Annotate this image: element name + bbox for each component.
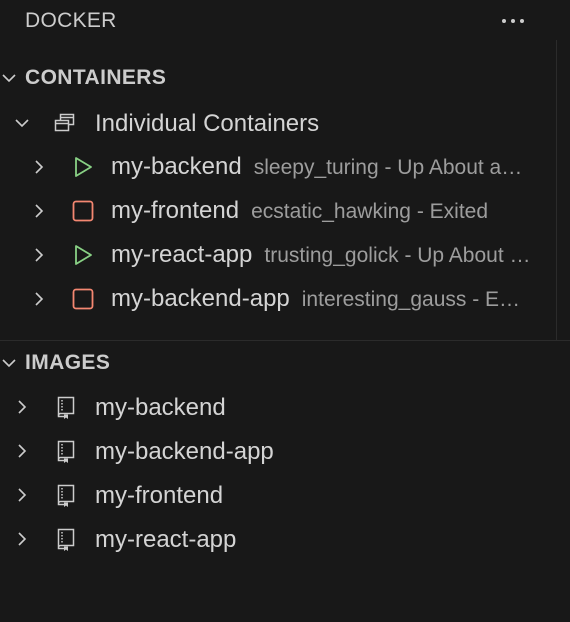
- scrollbar-divider: [556, 40, 557, 340]
- panel-title: DOCKER: [25, 9, 117, 32]
- chevron-right-icon: [13, 442, 31, 460]
- container-detail: trusting_golick - Up About an hour: [264, 244, 531, 267]
- images-section-label: IMAGES: [25, 351, 111, 374]
- chevron-right-icon: [13, 398, 31, 416]
- image-name: my-react-app: [95, 526, 237, 553]
- docker-explorer-panel: DOCKER CONTAINERS Individual Containers: [0, 0, 570, 622]
- stacked-windows-icon: [51, 109, 79, 137]
- image-book-icon: [52, 437, 80, 465]
- containers-section-header[interactable]: CONTAINERS: [0, 56, 570, 100]
- ellipsis-icon[interactable]: [496, 8, 530, 34]
- play-icon: [69, 241, 97, 269]
- chevron-right-icon: [30, 290, 48, 308]
- group-label: Individual Containers: [95, 110, 320, 137]
- chevron-down-icon: [0, 354, 18, 372]
- images-section-header[interactable]: IMAGES: [0, 341, 570, 385]
- chevron-right-icon: [30, 158, 48, 176]
- stop-icon: [69, 197, 97, 225]
- container-text: my-backend-app interesting_gauss - Exite…: [111, 285, 525, 313]
- container-item[interactable]: my-react-app trusting_golick - Up About …: [0, 233, 556, 277]
- container-item[interactable]: my-backend-app interesting_gauss - Exite…: [0, 277, 556, 321]
- image-name: my-backend: [95, 394, 226, 421]
- stop-icon: [69, 285, 97, 313]
- container-name: my-react-app: [111, 241, 253, 268]
- container-detail: sleepy_turing - Up About an hour: [253, 156, 525, 179]
- image-item[interactable]: my-react-app: [0, 517, 570, 561]
- image-book-icon: [52, 393, 80, 421]
- container-item[interactable]: my-frontend ecstatic_hawking - Exited: [0, 189, 556, 233]
- chevron-right-icon: [13, 486, 31, 504]
- container-detail: interesting_gauss - Exited: [301, 288, 525, 311]
- container-text: my-frontend ecstatic_hawking - Exited: [111, 197, 525, 225]
- panel-header: DOCKER: [0, 0, 570, 42]
- container-item[interactable]: my-backend sleepy_turing - Up About an h…: [0, 145, 556, 189]
- chevron-down-icon: [0, 69, 18, 87]
- image-book-icon: [52, 525, 80, 553]
- container-text: my-backend sleepy_turing - Up About an h…: [111, 153, 525, 181]
- containers-section-label: CONTAINERS: [25, 66, 167, 89]
- container-name: my-frontend: [111, 197, 240, 224]
- chevron-down-icon: [13, 114, 31, 132]
- image-item[interactable]: my-backend-app: [0, 429, 570, 473]
- image-item[interactable]: my-backend: [0, 385, 570, 429]
- container-name: my-backend-app: [111, 285, 290, 312]
- play-icon: [69, 153, 97, 181]
- image-book-icon: [52, 481, 80, 509]
- container-text: my-react-app trusting_golick - Up About …: [111, 241, 531, 269]
- chevron-right-icon: [30, 246, 48, 264]
- image-name: my-frontend: [95, 482, 224, 509]
- individual-containers-group[interactable]: Individual Containers: [0, 101, 556, 145]
- chevron-right-icon: [30, 202, 48, 220]
- image-item[interactable]: my-frontend: [0, 473, 570, 517]
- chevron-right-icon: [13, 530, 31, 548]
- container-name: my-backend: [111, 153, 242, 180]
- image-name: my-backend-app: [95, 438, 274, 465]
- container-detail: ecstatic_hawking - Exited: [251, 200, 489, 223]
